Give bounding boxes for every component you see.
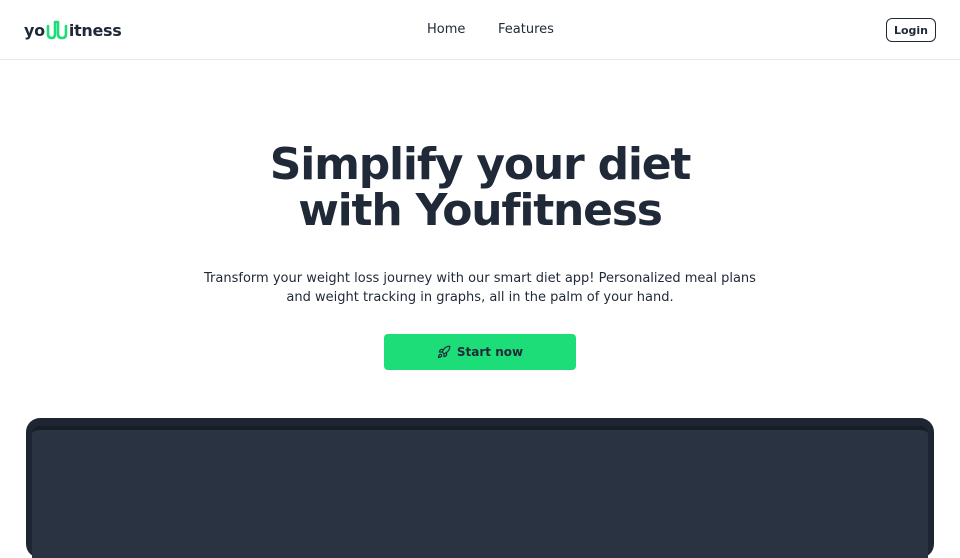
- start-now-label: Start now: [456, 345, 524, 359]
- site-header: yo itness Home Features Login: [0, 0, 960, 60]
- main-nav: Home Features: [0, 20, 960, 40]
- nav-features[interactable]: Features: [498, 20, 554, 40]
- start-now-button[interactable]: Start now: [384, 334, 576, 370]
- hero-title-line-1: Simplify your diet: [269, 139, 692, 190]
- app-preview-frame: [26, 418, 934, 558]
- hero-description-line-2: and weight tracking in graphs, all in th…: [286, 289, 674, 305]
- hero-title: Simplify your diet with Youfitness: [0, 142, 960, 234]
- rocket-icon: [437, 345, 451, 359]
- hero-description-line-1: Transform your weight loss journey with …: [204, 271, 756, 286]
- login-button[interactable]: Login: [886, 18, 936, 42]
- app-preview-screen: [32, 426, 928, 558]
- hero-description: Transform your weight loss journey with …: [200, 270, 760, 307]
- nav-home[interactable]: Home: [427, 20, 465, 40]
- hero-title-line-2: with Youfitness: [298, 185, 663, 236]
